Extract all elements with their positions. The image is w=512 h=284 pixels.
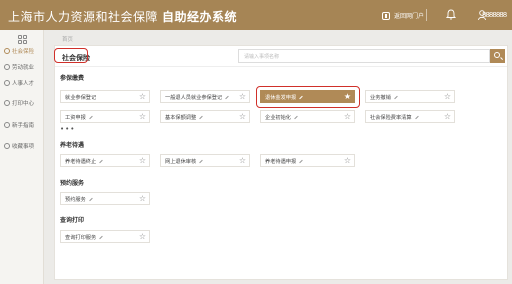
edit-icon	[88, 115, 93, 120]
service-card-label: 业务撤销	[370, 94, 398, 101]
star-icon[interactable]: ☆	[344, 156, 351, 166]
sidebar-item-guide[interactable]: 新手指南	[4, 119, 44, 131]
star-icon	[4, 143, 10, 149]
selected-card-highlight-box	[256, 86, 360, 108]
header-divider-line	[55, 66, 507, 67]
sidebar-item-social-insurance[interactable]: 社会保险	[4, 45, 44, 57]
star-icon[interactable]: ☆	[139, 232, 146, 242]
service-card[interactable]: 一般退人员就业参保登记 ☆	[160, 90, 250, 103]
app-title: 上海市人力资源和社会保障 自助经办系统	[8, 8, 237, 25]
service-card[interactable]: 养老待遇申报 ☆	[260, 154, 355, 167]
section-title-appointment: 预约服务	[60, 180, 85, 187]
portal-icon	[382, 11, 390, 20]
section-title-query-print: 查询打印	[60, 217, 85, 224]
app-title-main: 上海市人力资源和社会保障	[8, 10, 159, 24]
service-card[interactable]: 养老待遇终止 ☆	[60, 154, 150, 167]
star-icon[interactable]: ☆	[139, 194, 146, 204]
sidebar: 社会保险 劳动就业 人事人才 打印中心 新手指南 收藏事项	[0, 30, 44, 284]
service-card-label: 就业参保登记	[65, 95, 97, 101]
service-card[interactable]: 基本保额调整 ☆	[160, 110, 250, 123]
service-card[interactable]: 社会保险费率清算 ☆	[365, 110, 455, 123]
service-card[interactable]: 预约服务 ☆	[60, 192, 150, 205]
app-title-sub: 自助经办系统	[162, 10, 238, 24]
star-icon[interactable]: ☆	[344, 112, 351, 122]
service-card-label: 企业初始化	[265, 114, 298, 121]
star-icon[interactable]: ☆	[239, 156, 246, 166]
edit-icon	[414, 115, 419, 120]
more-indicator[interactable]: •••	[60, 125, 75, 133]
sidebar-item-label: 打印中心	[12, 101, 35, 107]
portal-label: 返回网门户	[394, 13, 425, 20]
sidebar-item-print-center[interactable]: 打印中心	[4, 97, 44, 109]
service-card-label: 查询打印服务	[65, 234, 103, 241]
service-card-label: 养老待遇终止	[65, 158, 103, 165]
user-name[interactable]: 8888888	[482, 11, 507, 19]
service-card-label: 预约服务	[65, 196, 93, 203]
header-divider	[426, 9, 427, 21]
breadcrumb[interactable]: 首页	[62, 35, 73, 43]
apps-grid-icon[interactable]	[18, 35, 27, 44]
bell-icon[interactable]	[446, 9, 456, 20]
briefcase-icon	[4, 64, 10, 70]
service-card-label: 基本保额调整	[165, 114, 203, 121]
star-icon[interactable]: ☆	[239, 92, 246, 102]
edit-icon	[299, 159, 303, 164]
edit-icon	[225, 95, 229, 100]
sidebar-item-label: 收藏事项	[12, 144, 35, 150]
service-card-label: 社会保险费率清算	[370, 114, 419, 121]
star-icon[interactable]: ☆	[444, 92, 451, 102]
service-card-label: 网上退休审核	[165, 158, 203, 165]
edit-icon	[99, 159, 103, 164]
search-input[interactable]: 请输入事项名称	[238, 49, 490, 63]
portal-link[interactable]: 返回网门户	[382, 10, 424, 21]
service-card[interactable]: 查询打印服务 ☆	[60, 230, 150, 243]
star-icon[interactable]: ☆	[139, 156, 146, 166]
sidebar-item-employment[interactable]: 劳动就业	[4, 61, 44, 73]
service-card[interactable]: 网上退休审核 ☆	[160, 154, 250, 167]
section-title-pension: 养老待遇	[60, 142, 85, 149]
search-placeholder: 请输入事项名称	[244, 54, 280, 60]
title-highlight-box	[54, 48, 88, 63]
person-icon	[4, 80, 10, 86]
service-card-label: 工资申报	[65, 114, 93, 121]
sidebar-item-label: 社会保险	[12, 49, 35, 55]
service-card[interactable]: 企业初始化 ☆	[260, 110, 355, 123]
service-card-label: 养老待遇申报	[265, 158, 303, 165]
section-title-contribution: 参保缴费	[60, 75, 85, 82]
star-icon[interactable]: ☆	[444, 112, 451, 122]
sidebar-item-label: 新手指南	[12, 123, 35, 129]
shield-icon	[4, 48, 10, 54]
sidebar-item-personnel[interactable]: 人事人才	[4, 77, 44, 89]
service-card[interactable]: 业务撤销 ☆	[365, 90, 455, 103]
edit-icon	[294, 115, 298, 120]
star-icon[interactable]: ☆	[239, 112, 246, 122]
sidebar-item-label: 劳动就业	[12, 65, 35, 71]
edit-icon	[88, 197, 93, 202]
search-button[interactable]	[490, 49, 505, 63]
service-card[interactable]: 就业参保登记 ☆	[60, 90, 150, 103]
search-icon	[493, 52, 500, 58]
edit-icon	[199, 115, 203, 120]
star-icon[interactable]: ☆	[139, 112, 146, 122]
edit-icon	[393, 95, 398, 100]
service-card-label: 一般退人员就业参保登记	[165, 94, 229, 101]
guide-icon	[4, 122, 10, 128]
sidebar-item-label: 人事人才	[12, 81, 35, 87]
service-card[interactable]: 工资申报 ☆	[60, 110, 150, 123]
sidebar-item-favorites[interactable]: 收藏事项	[4, 140, 44, 152]
edit-icon	[199, 159, 203, 164]
printer-icon	[4, 100, 10, 106]
star-icon[interactable]: ☆	[139, 92, 146, 102]
edit-icon	[99, 235, 103, 240]
top-header: 上海市人力资源和社会保障 自助经办系统 返回网门户 8888888	[0, 0, 512, 30]
